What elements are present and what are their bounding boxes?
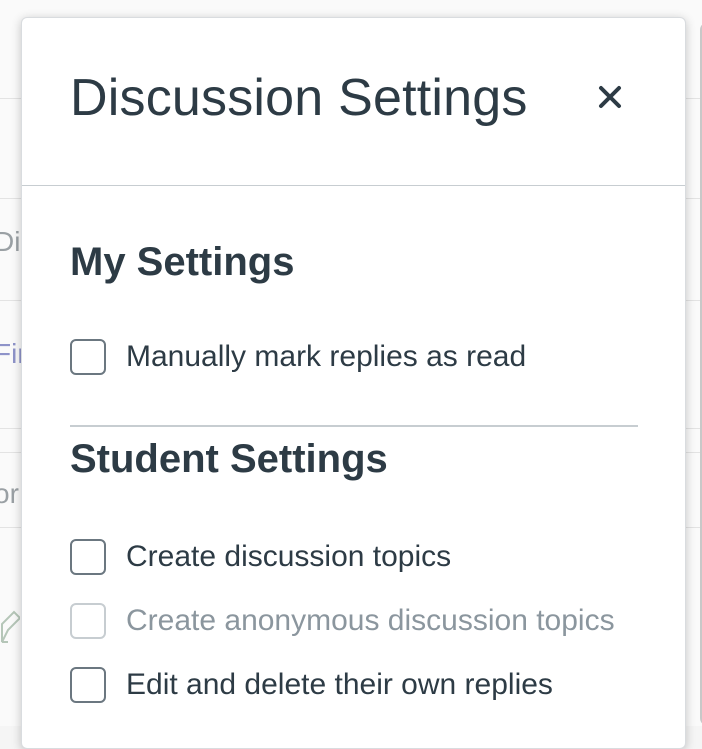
background-text-fragment: or xyxy=(0,478,19,509)
option-label: Create anonymous discussion topics xyxy=(126,604,615,637)
close-icon xyxy=(599,86,621,108)
discussion-settings-modal: Discussion Settings My Settings Manually… xyxy=(21,17,686,749)
create-topics-option[interactable]: Create discussion topics xyxy=(70,536,451,578)
create-anonymous-topics-checkbox xyxy=(70,603,106,639)
my-settings-heading: My Settings xyxy=(70,240,295,284)
create-anonymous-topics-option: Create anonymous discussion topics xyxy=(70,600,615,642)
option-label: Create discussion topics xyxy=(126,540,452,573)
edit-delete-replies-checkbox[interactable] xyxy=(70,667,106,703)
background-text-fragment: Di xyxy=(0,226,21,257)
close-button[interactable] xyxy=(592,76,628,116)
pencil-icon xyxy=(1,610,20,643)
modal-title: Discussion Settings xyxy=(70,69,528,127)
section-divider xyxy=(70,425,638,427)
mark-replies-read-checkbox[interactable] xyxy=(70,339,106,375)
option-label: Manually mark replies as read xyxy=(126,340,527,373)
student-settings-heading: Student Settings xyxy=(70,437,388,481)
modal-header: Discussion Settings xyxy=(22,18,685,186)
mark-replies-read-option[interactable]: Manually mark replies as read xyxy=(70,336,526,378)
edit-delete-replies-option[interactable]: Edit and delete their own replies xyxy=(70,664,553,706)
option-label: Edit and delete their own replies xyxy=(126,668,553,701)
create-topics-checkbox[interactable] xyxy=(70,539,106,575)
